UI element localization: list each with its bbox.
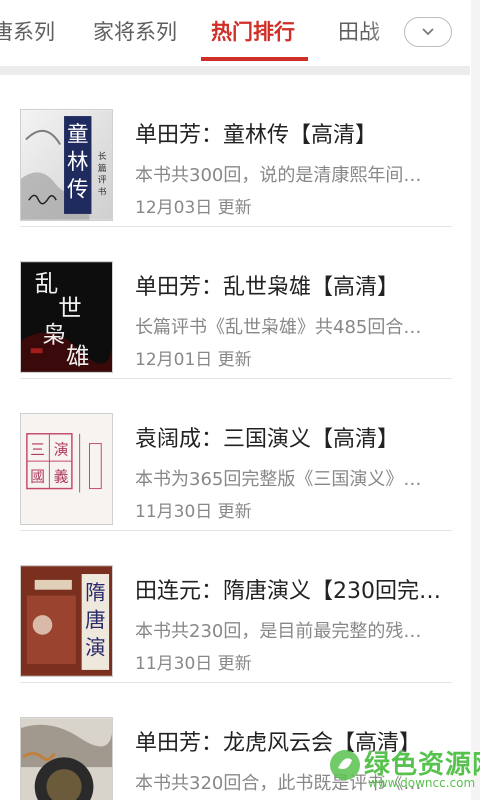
svg-text:枭: 枭 xyxy=(43,320,66,348)
active-tab-indicator xyxy=(201,57,308,61)
svg-text:童: 童 xyxy=(67,123,89,148)
update-date: 11月30日 更新 xyxy=(135,502,252,522)
list-item[interactable]: 隋 唐 演 田连元：隋唐演义【230回完… 本书共230回，是目前最完整的残… … xyxy=(0,531,470,683)
book-cover: 隋 唐 演 xyxy=(20,565,113,677)
svg-text:隋: 隋 xyxy=(85,580,106,604)
book-cover: 乱 世 枭 雄 xyxy=(20,261,113,373)
svg-text:義: 義 xyxy=(54,469,69,486)
svg-text:雄: 雄 xyxy=(66,342,89,370)
list-item[interactable]: 三 演 國 義 袁阔成：三国演义【高清】 本书为365回完整版《三国演义》… 1… xyxy=(0,379,470,531)
svg-text:三: 三 xyxy=(30,441,45,458)
tab-fade-overlay xyxy=(368,0,408,62)
update-date: 12月03日 更新 xyxy=(135,198,252,218)
update-date: 12月01日 更新 xyxy=(135,350,252,370)
svg-text:书: 书 xyxy=(98,186,107,197)
book-title: 袁阔成：三国演义【高清】 xyxy=(135,427,400,452)
chevron-down-icon xyxy=(422,28,434,36)
tab-separator xyxy=(0,66,470,75)
svg-text:唐: 唐 xyxy=(85,608,106,632)
svg-text:林: 林 xyxy=(67,150,89,175)
watermark-logo-icon xyxy=(330,750,360,780)
watermark-url: www.downcc.com xyxy=(368,776,476,790)
suitangyanyi-cover-image: 隋 唐 演 xyxy=(21,566,112,676)
list-item[interactable]: 乱 世 枭 雄 单田芳：乱世枭雄【高清】 长篇评书《乱世枭雄》共485回合… 1… xyxy=(0,227,470,379)
book-cover: 童 林 传 长 篇 评 书 xyxy=(20,109,113,221)
svg-text:乱: 乱 xyxy=(35,270,58,298)
book-cover xyxy=(20,717,113,800)
longhufengyunhui-cover-image xyxy=(21,718,112,800)
book-description: 长篇评书《乱世枭雄》共485回合… xyxy=(135,317,422,338)
svg-text:长: 长 xyxy=(98,150,107,162)
tab-jiajiang-series[interactable]: 家将系列 xyxy=(93,12,177,52)
category-tab-bar: 唐系列 家将系列 热门排行 田战 xyxy=(0,0,480,66)
tab-hot-ranking[interactable]: 热门排行 xyxy=(211,12,295,52)
svg-text:演: 演 xyxy=(54,441,69,458)
book-cover: 三 演 國 義 xyxy=(20,413,113,525)
svg-text:传: 传 xyxy=(67,177,89,202)
luanshixiaoxiong-cover-image: 乱 世 枭 雄 xyxy=(21,262,112,372)
svg-text:世: 世 xyxy=(58,294,81,322)
svg-text:篇: 篇 xyxy=(98,162,107,174)
list-item[interactable]: 童 林 传 长 篇 评 书 单田芳：童林传【高清】 本书共300回，说的是清康熙… xyxy=(0,75,470,227)
tab-tang-series[interactable]: 唐系列 xyxy=(0,12,55,52)
svg-text:演: 演 xyxy=(85,635,106,659)
site-watermark: 绿色资源网 www.downcc.com xyxy=(328,744,480,794)
book-description: 本书为365回完整版《三国演义》… xyxy=(135,469,422,490)
svg-text:评: 评 xyxy=(98,175,107,186)
book-description: 本书共300回，说的是清康熙年间… xyxy=(135,165,422,186)
book-title: 田连元：隋唐演义【230回完… xyxy=(135,579,441,604)
sanguoyanyi-cover-image: 三 演 國 義 xyxy=(21,414,112,524)
book-title: 单田芳：童林传【高清】 xyxy=(135,123,378,148)
book-title: 单田芳：乱世枭雄【高清】 xyxy=(135,275,400,300)
svg-text:國: 國 xyxy=(30,469,45,486)
tonglinzhuan-cover-image: 童 林 传 长 篇 评 书 xyxy=(21,110,112,220)
book-description: 本书共230回，是目前最完整的残… xyxy=(135,621,422,642)
more-tabs-button[interactable] xyxy=(404,17,452,47)
scrollbar-track[interactable] xyxy=(471,0,480,800)
update-date: 11月30日 更新 xyxy=(135,654,252,674)
